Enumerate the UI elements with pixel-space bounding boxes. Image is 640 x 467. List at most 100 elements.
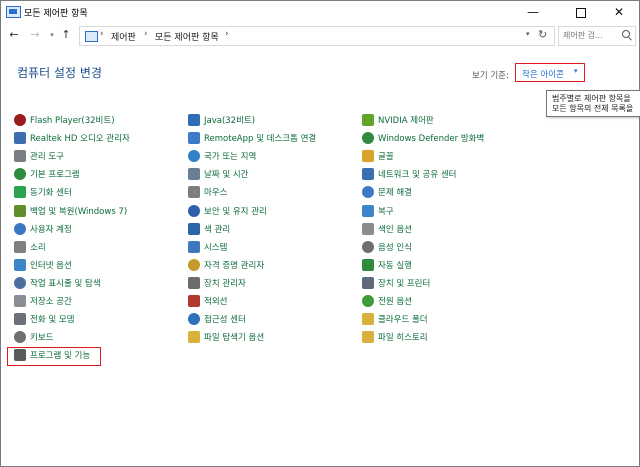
control-panel-item-label[interactable]: 접근성 센터 (204, 313, 246, 325)
control-panel-item-label[interactable]: 키보드 (30, 331, 53, 343)
control-panel-item-label[interactable]: 날짜 및 시간 (204, 168, 249, 180)
control-panel-item-label[interactable]: 적외선 (204, 295, 227, 307)
network-icon[interactable] (362, 168, 374, 181)
autoplay-icon[interactable] (362, 258, 374, 271)
firewall-icon[interactable] (362, 132, 374, 145)
maximize-button[interactable] (561, 1, 601, 23)
search-input[interactable] (563, 29, 615, 41)
control-panel-item-label[interactable]: 보안 및 유지 관리 (204, 205, 267, 217)
control-panel-item-label[interactable]: 저장소 공간 (30, 295, 72, 307)
control-panel-item-label[interactable]: 소리 (30, 241, 46, 253)
address-bar[interactable]: › 제어판 › 모든 제어판 항목 › ▾ ↻ (79, 26, 555, 46)
address-dropdown-button[interactable]: ▾ (526, 30, 530, 38)
flash-icon[interactable] (14, 114, 26, 126)
control-panel-item-label[interactable]: 복구 (378, 205, 394, 217)
control-panel-item-label[interactable]: RemoteApp 및 데스크톱 연결 (204, 132, 316, 144)
search-box[interactable] (558, 26, 636, 46)
control-panel-item-label[interactable]: 자동 실행 (378, 259, 412, 271)
index-icon[interactable] (362, 222, 374, 235)
back-button[interactable]: ← (7, 27, 21, 43)
control-panel-item-label[interactable]: Realtek HD 오디오 관리자 (30, 132, 130, 144)
globe-icon[interactable] (188, 150, 200, 163)
recovery-icon[interactable] (362, 204, 374, 217)
taskbar-icon[interactable] (14, 276, 26, 289)
credential-icon[interactable] (188, 258, 200, 271)
chevron-down-icon[interactable]: ▾ (574, 67, 578, 75)
cloud-folder-icon[interactable] (362, 313, 374, 326)
admin-tools-icon[interactable] (14, 150, 26, 163)
accessibility-icon[interactable] (188, 313, 200, 326)
keyboard-icon[interactable] (14, 331, 26, 344)
printer-icon[interactable] (362, 276, 374, 289)
breadcrumb-all-items[interactable]: 모든 제어판 항목 (155, 30, 219, 43)
control-panel-item-label[interactable]: 인터넷 옵션 (30, 259, 72, 271)
java-icon[interactable] (188, 114, 200, 126)
control-panel-item-label[interactable]: 전원 옵션 (378, 295, 412, 307)
forward-button[interactable]: → (28, 27, 42, 43)
flag-icon[interactable] (188, 204, 200, 217)
control-panel-icon (6, 6, 21, 18)
control-panel-item-label[interactable]: 동기화 센터 (30, 186, 72, 198)
control-panel-item-label[interactable]: 음성 인식 (378, 241, 412, 253)
control-panel-item-label[interactable]: 마우스 (204, 186, 227, 198)
control-panel-item-label[interactable]: 기본 프로그램 (30, 168, 80, 180)
control-panel-item-label[interactable]: 클라우드 폴더 (378, 313, 428, 325)
control-panel-item-label[interactable]: 문제 해결 (378, 186, 412, 198)
refresh-button[interactable]: ↻ (538, 28, 547, 41)
internet-icon[interactable] (14, 258, 26, 271)
minimize-button[interactable]: — (513, 1, 553, 23)
speaker-icon[interactable] (14, 132, 26, 145)
control-panel-item-label[interactable]: 파일 탐색기 옵션 (204, 331, 264, 343)
color-icon[interactable] (188, 222, 200, 235)
phone-icon[interactable] (14, 313, 26, 326)
control-panel-item-label[interactable]: Flash Player(32비트) (30, 114, 115, 126)
control-panel-item-label[interactable]: 전화 및 모뎀 (30, 313, 75, 325)
breadcrumb-control-panel[interactable]: 제어판 (111, 30, 136, 43)
file-history-icon[interactable] (362, 331, 374, 344)
control-panel-item-label[interactable]: 글꼴 (378, 150, 394, 162)
remote-icon[interactable] (188, 132, 200, 145)
close-button[interactable]: ✕ (599, 1, 639, 23)
nvidia-icon[interactable] (362, 114, 374, 126)
breadcrumb-separator[interactable]: › (225, 29, 229, 39)
control-panel-item-label[interactable]: 색 관리 (204, 223, 230, 235)
breadcrumb-separator[interactable]: › (100, 29, 104, 39)
recent-locations-button[interactable]: ▾ (45, 27, 59, 43)
up-button[interactable]: ↑ (59, 27, 73, 43)
font-icon[interactable] (362, 150, 374, 163)
control-panel-item-label[interactable]: 자격 증명 관리자 (204, 259, 264, 271)
control-panel-item-label[interactable]: 백업 및 복원(Windows 7) (30, 205, 127, 217)
breadcrumb-separator[interactable]: › (144, 29, 148, 39)
mouse-icon[interactable] (188, 186, 200, 199)
troubleshoot-icon[interactable] (362, 186, 374, 199)
control-panel-item-label[interactable]: 시스템 (204, 241, 227, 253)
clock-icon[interactable] (188, 168, 200, 181)
control-panel-item-label[interactable]: 색인 옵션 (378, 223, 412, 235)
search-icon[interactable] (622, 30, 630, 38)
storage-icon[interactable] (14, 295, 26, 307)
control-panel-item-label[interactable]: 장치 및 프린터 (378, 277, 430, 289)
view-by-dropdown[interactable]: 작은 아이콘 ▾ (515, 63, 585, 82)
control-panel-item-label[interactable]: 작업 표시줄 및 탐색 (30, 277, 101, 289)
power-icon[interactable] (362, 295, 374, 307)
backup-icon[interactable] (14, 204, 26, 217)
sound-icon[interactable] (14, 240, 26, 253)
control-panel-item-label[interactable]: 사용자 계정 (30, 223, 72, 235)
control-panel-item-label[interactable]: Windows Defender 방화벽 (378, 132, 484, 144)
folder-options-icon[interactable] (188, 331, 200, 344)
view-by-value[interactable]: 작은 아이콘 (522, 68, 564, 80)
control-panel-item-label[interactable]: 파일 히스토리 (378, 331, 428, 343)
control-panel-item-label[interactable]: 국가 또는 지역 (204, 150, 256, 162)
control-panel-item-label[interactable]: NVIDIA 제어판 (378, 114, 434, 126)
control-panel-item-label[interactable]: Java(32비트) (204, 114, 255, 126)
system-icon[interactable] (188, 240, 200, 253)
control-panel-item-label[interactable]: 장치 관리자 (204, 277, 246, 289)
sync-icon[interactable] (14, 186, 26, 199)
control-panel-item-label[interactable]: 관리 도구 (30, 150, 64, 162)
microphone-icon[interactable] (362, 240, 374, 253)
control-panel-item-label[interactable]: 네트워크 및 공유 센터 (378, 168, 457, 180)
default-programs-icon[interactable] (14, 168, 26, 181)
infrared-icon[interactable] (188, 295, 200, 307)
user-icon[interactable] (14, 222, 26, 235)
device-manager-icon[interactable] (188, 276, 200, 289)
